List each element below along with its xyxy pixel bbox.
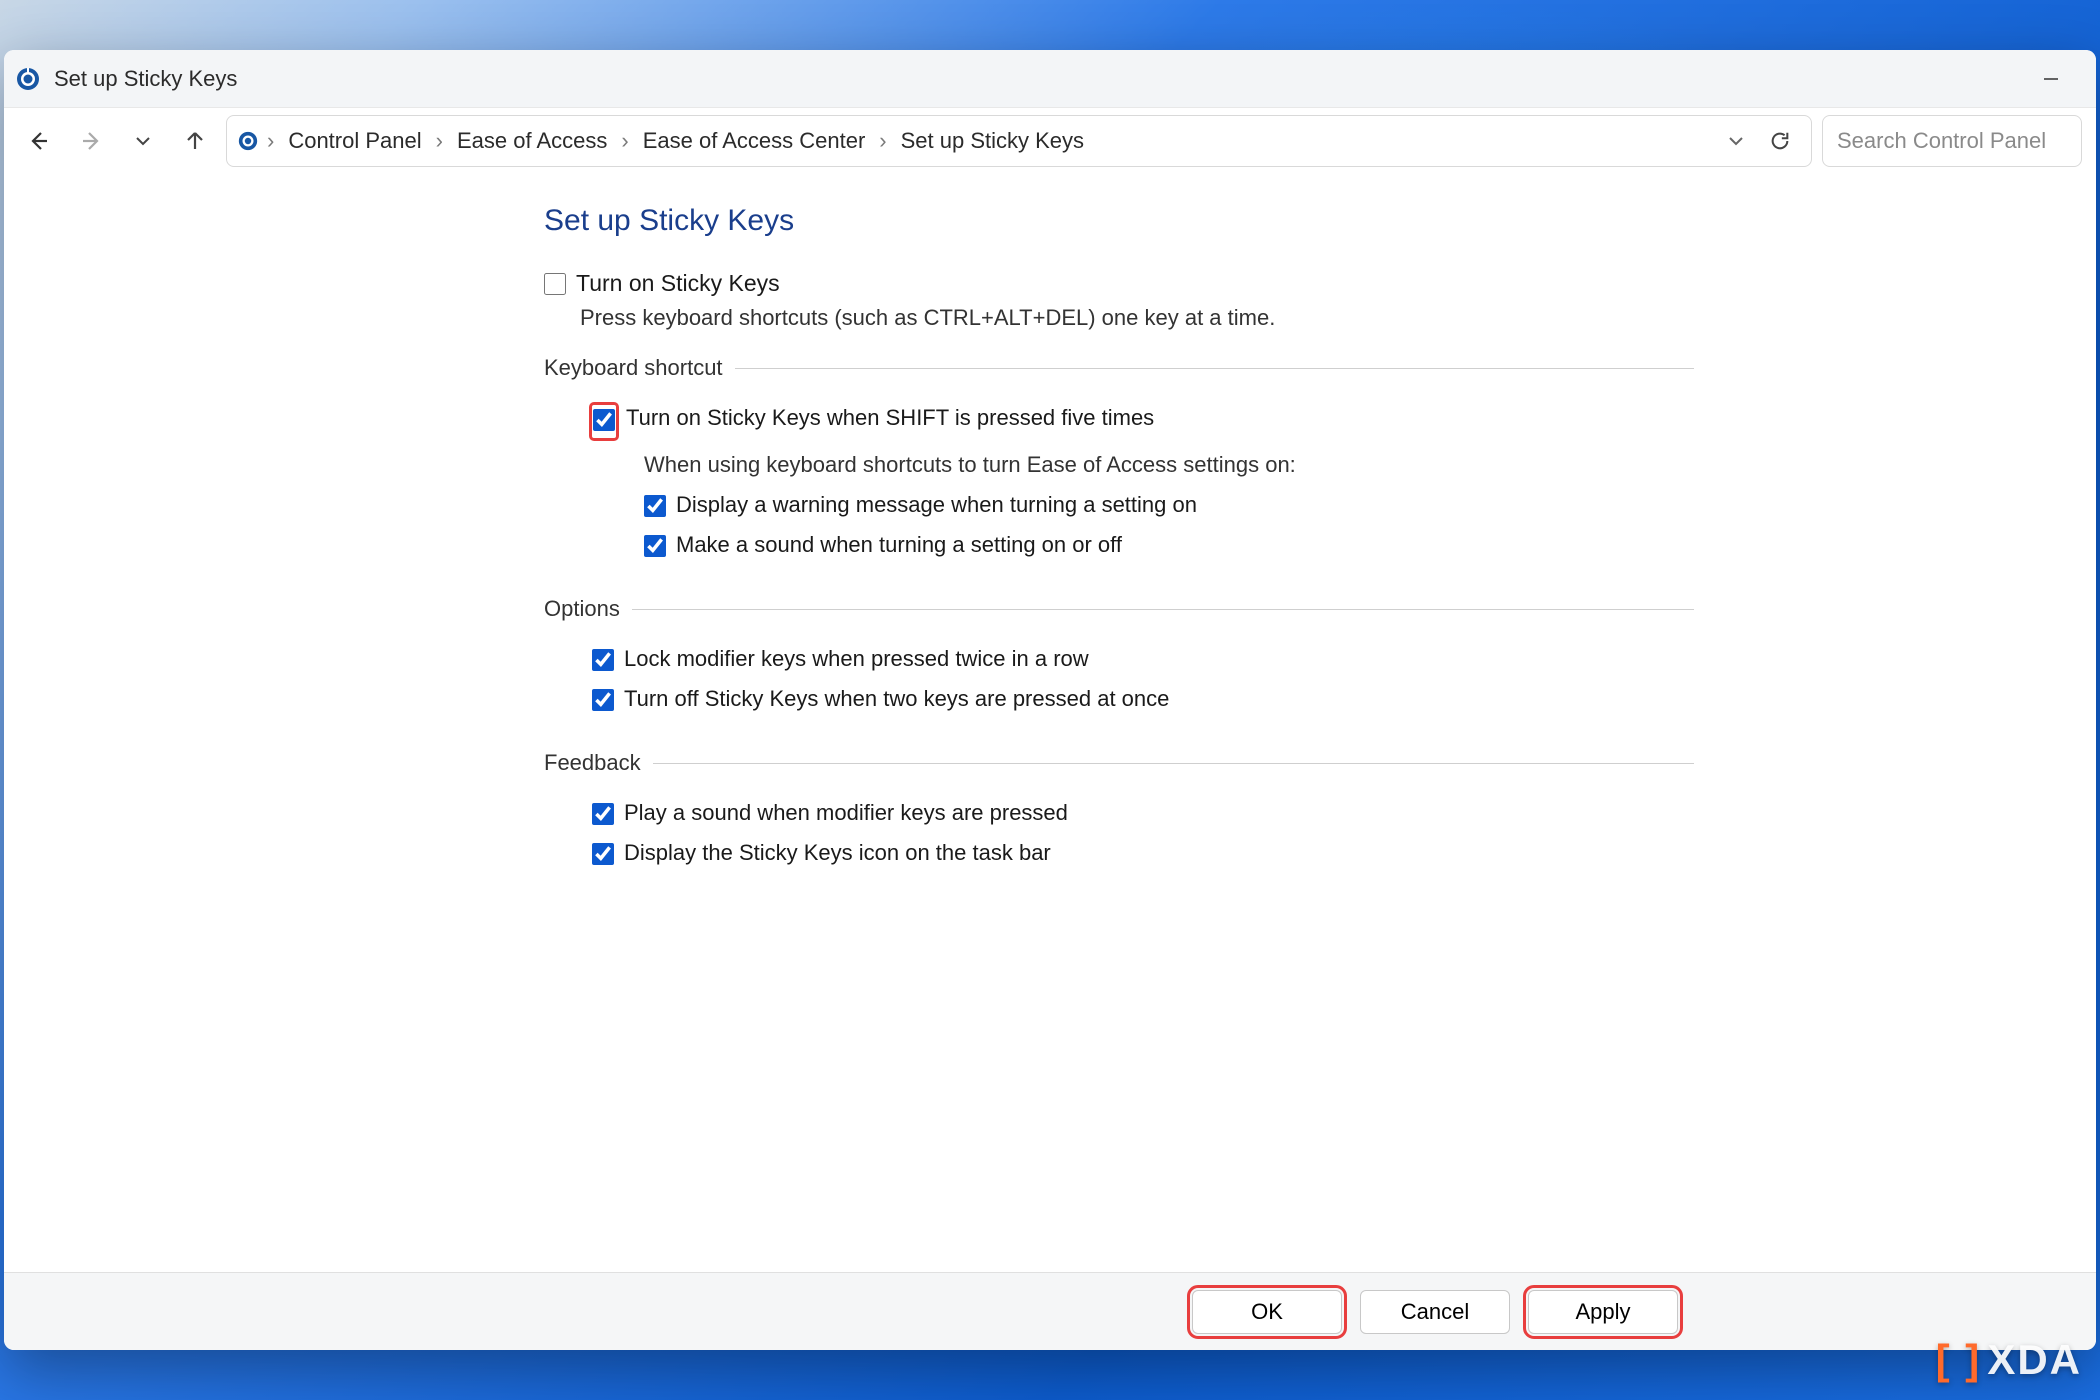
- control-panel-window: Set up Sticky Keys ›: [4, 50, 2096, 1350]
- minimize-button[interactable]: [2016, 50, 2086, 108]
- taskbar-checkbox[interactable]: [592, 843, 614, 865]
- shift5-checkbox[interactable]: [593, 409, 615, 431]
- breadcrumb-item[interactable]: Ease of Access Center: [637, 124, 872, 158]
- refresh-button[interactable]: [1759, 124, 1801, 158]
- up-button[interactable]: [174, 120, 216, 162]
- page-heading: Set up Sticky Keys: [544, 204, 1694, 238]
- breadcrumb-item[interactable]: Control Panel: [282, 124, 427, 158]
- keyboard-shortcut-group: Keyboard shortcut Turn on Sticky Keys wh…: [544, 355, 1694, 572]
- sound-checkbox[interactable]: [644, 535, 666, 557]
- address-bar[interactable]: › Control Panel › Ease of Access › Ease …: [226, 115, 1812, 167]
- taskbar-label[interactable]: Display the Sticky Keys icon on the task…: [624, 840, 1051, 866]
- feedback-legend: Feedback: [544, 750, 653, 776]
- xda-watermark: [ ] XDA: [1936, 1336, 2082, 1384]
- back-button[interactable]: [18, 120, 60, 162]
- chevron-right-icon: ›: [877, 128, 888, 154]
- button-bar: OK Cancel Apply: [4, 1272, 2096, 1350]
- annotation-highlight: [592, 405, 616, 438]
- breadcrumb-item[interactable]: Ease of Access: [451, 124, 613, 158]
- turn-on-sticky-keys-checkbox[interactable]: [544, 273, 566, 295]
- playsound-checkbox[interactable]: [592, 803, 614, 825]
- playsound-row: Play a sound when modifier keys are pres…: [592, 800, 1694, 826]
- navbar: › Control Panel › Ease of Access › Ease …: [4, 108, 2096, 174]
- search-box[interactable]: [1822, 115, 2082, 167]
- options-legend: Options: [544, 596, 632, 622]
- chevron-right-icon: ›: [434, 128, 445, 154]
- turn-on-sticky-keys-label[interactable]: Turn on Sticky Keys: [576, 270, 780, 297]
- chevron-right-icon: ›: [619, 128, 630, 154]
- lock-label[interactable]: Lock modifier keys when pressed twice in…: [624, 646, 1089, 672]
- address-icon: [237, 130, 259, 152]
- sound-label[interactable]: Make a sound when turning a setting on o…: [676, 532, 1122, 558]
- cancel-button[interactable]: Cancel: [1360, 1290, 1510, 1334]
- content-area: Set up Sticky Keys Turn on Sticky Keys P…: [4, 174, 2096, 1272]
- turn-on-description: Press keyboard shortcuts (such as CTRL+A…: [580, 305, 1694, 331]
- feedback-group: Feedback Play a sound when modifier keys…: [544, 750, 1694, 880]
- bracket-icon: [ ]: [1936, 1336, 1982, 1384]
- ok-button[interactable]: OK: [1192, 1290, 1342, 1334]
- lock-checkbox[interactable]: [592, 649, 614, 671]
- warn-label[interactable]: Display a warning message when turning a…: [676, 492, 1197, 518]
- warn-row: Display a warning message when turning a…: [644, 492, 1694, 518]
- recent-locations-button[interactable]: [122, 120, 164, 162]
- turnoff-row: Turn off Sticky Keys when two keys are p…: [592, 686, 1694, 712]
- options-group: Options Lock modifier keys when pressed …: [544, 596, 1694, 726]
- watermark-text: XDA: [1987, 1336, 2082, 1384]
- sound-row: Make a sound when turning a setting on o…: [644, 532, 1694, 558]
- chevron-right-icon: ›: [265, 128, 276, 154]
- titlebar: Set up Sticky Keys: [4, 50, 2096, 108]
- shift5-label[interactable]: Turn on Sticky Keys when SHIFT is presse…: [626, 405, 1154, 431]
- search-input[interactable]: [1837, 128, 2067, 154]
- breadcrumb-item[interactable]: Set up Sticky Keys: [895, 124, 1090, 158]
- keyboard-shortcut-legend: Keyboard shortcut: [544, 355, 735, 381]
- forward-button[interactable]: [70, 120, 112, 162]
- window-title: Set up Sticky Keys: [54, 66, 237, 92]
- turnoff-checkbox[interactable]: [592, 689, 614, 711]
- taskbar-row: Display the Sticky Keys icon on the task…: [592, 840, 1694, 866]
- keyboard-shortcut-subtext: When using keyboard shortcuts to turn Ea…: [644, 452, 1694, 478]
- warn-checkbox[interactable]: [644, 495, 666, 517]
- shift5-row: Turn on Sticky Keys when SHIFT is presse…: [592, 405, 1694, 438]
- lock-row: Lock modifier keys when pressed twice in…: [592, 646, 1694, 672]
- playsound-label[interactable]: Play a sound when modifier keys are pres…: [624, 800, 1068, 826]
- turn-on-sticky-keys-row: Turn on Sticky Keys: [544, 270, 1694, 297]
- control-panel-icon: [14, 65, 42, 93]
- turnoff-label[interactable]: Turn off Sticky Keys when two keys are p…: [624, 686, 1169, 712]
- apply-button[interactable]: Apply: [1528, 1290, 1678, 1334]
- address-history-button[interactable]: [1719, 126, 1753, 156]
